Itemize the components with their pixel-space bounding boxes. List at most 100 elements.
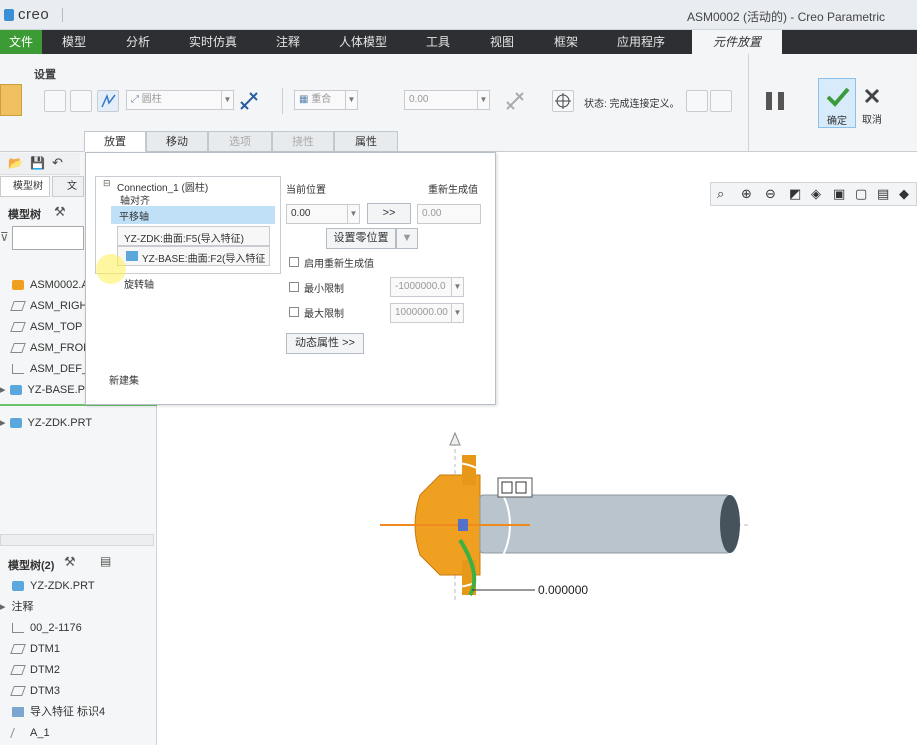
tab-place[interactable]: 放置 bbox=[84, 131, 146, 152]
tree-item-label: 导入特征 标识4 bbox=[30, 706, 106, 718]
import-feature-icon bbox=[12, 707, 24, 718]
close-icon bbox=[864, 88, 880, 104]
menu-framework[interactable]: 框架 bbox=[544, 30, 588, 54]
pause-icon-bar[interactable] bbox=[766, 92, 772, 110]
edit-icon[interactable] bbox=[44, 90, 66, 112]
current-position-value: 0.00 bbox=[291, 208, 311, 219]
menu-file[interactable]: 文件 bbox=[0, 30, 42, 54]
dynamic-properties-button[interactable]: 动态属性 >> bbox=[286, 333, 364, 354]
min-limit-input[interactable]: -1000000.0 ▼ bbox=[390, 277, 464, 297]
tree2-item-csys[interactable]: 00_2-1176 bbox=[12, 618, 82, 638]
chevron-down-icon: ▼ bbox=[477, 91, 489, 109]
assembly-window-icon[interactable] bbox=[710, 90, 732, 112]
max-limit-checkbox[interactable] bbox=[289, 307, 299, 317]
set-zero-button[interactable]: 设置零位置 bbox=[326, 228, 396, 249]
expand-icon[interactable]: ▸ bbox=[0, 601, 6, 613]
constraint-type-select[interactable]: ▦ 重合 ▼ bbox=[294, 90, 358, 110]
view-manager-icon[interactable]: ▢ bbox=[855, 186, 867, 202]
component-icon[interactable] bbox=[0, 84, 22, 116]
datum-plane-icon bbox=[10, 343, 26, 354]
tree2-item-annotation[interactable]: ▸ 注释 bbox=[0, 597, 34, 617]
3d-model-view[interactable] bbox=[370, 425, 750, 605]
open-icon[interactable]: 📂 bbox=[8, 156, 23, 170]
tree2-item-dtm3[interactable]: DTM3 bbox=[10, 681, 60, 701]
settings-group-label: 设置 bbox=[34, 69, 56, 81]
list-icon[interactable]: ▤ bbox=[100, 554, 111, 568]
menu-model[interactable]: 模型 bbox=[52, 30, 96, 54]
expand-icon[interactable]: ▸ bbox=[0, 417, 6, 429]
move-component-icon[interactable] bbox=[552, 90, 574, 112]
tab-flexibility[interactable]: 挠性 bbox=[272, 131, 334, 152]
chevron-down-icon: ▼ bbox=[451, 278, 463, 296]
pause-icon[interactable] bbox=[778, 92, 784, 110]
reference-2[interactable]: YZ-BASE:曲面:F2(导入特征 bbox=[117, 246, 270, 266]
tree2-item-axis[interactable]: A_1 bbox=[10, 723, 50, 743]
save-icon[interactable]: 💾 bbox=[30, 156, 45, 170]
tree-item-yz-base[interactable]: ▸ YZ-BASE.P bbox=[0, 380, 85, 400]
tree2-item-part[interactable]: YZ-ZDK.PRT bbox=[12, 576, 95, 596]
display-style-icon[interactable]: ◈ bbox=[811, 186, 821, 202]
regen-value-input[interactable]: 0.00 bbox=[417, 204, 481, 224]
copy-icon[interactable] bbox=[70, 90, 92, 112]
saved-views-icon[interactable]: ▣ bbox=[833, 186, 845, 202]
expand-icon[interactable]: ▸ bbox=[0, 384, 6, 396]
user-defined-icon[interactable] bbox=[97, 90, 119, 112]
rotation-axis-item[interactable]: 旋转轴 bbox=[124, 276, 154, 291]
min-limit-checkbox[interactable] bbox=[289, 282, 299, 292]
up-arrow bbox=[449, 431, 461, 446]
menu-human-model[interactable]: 人体模型 bbox=[330, 30, 396, 54]
tree2-item-dtm1[interactable]: DTM1 bbox=[10, 639, 60, 659]
datum-display-icon[interactable]: ▤ bbox=[877, 186, 889, 202]
axis-align-item[interactable]: 轴对齐 bbox=[120, 192, 150, 207]
flip-offset-icon[interactable] bbox=[504, 90, 526, 112]
tab-files[interactable]: 文 bbox=[52, 176, 84, 197]
flip-icon[interactable] bbox=[238, 90, 260, 112]
tree-item-asm-top[interactable]: ASM_TOP bbox=[10, 317, 82, 337]
tab-model-tree[interactable]: 模型树 bbox=[0, 176, 50, 197]
tab-options[interactable]: 选项 bbox=[208, 131, 272, 152]
horizontal-scrollbar[interactable] bbox=[0, 534, 154, 546]
tree2-item-import[interactable]: 导入特征 标识4 bbox=[12, 702, 105, 722]
max-limit-input[interactable]: 1000000.00 ▼ bbox=[390, 303, 464, 323]
collapse-icon[interactable]: ⊟ bbox=[103, 178, 111, 189]
translation-axis-item[interactable]: 平移轴 bbox=[111, 206, 275, 224]
tab-move[interactable]: 移动 bbox=[146, 131, 208, 152]
tree-item-asm-right[interactable]: ASM_RIGHT bbox=[10, 296, 94, 316]
tree2-item-dtm2[interactable]: DTM2 bbox=[10, 660, 60, 680]
connection-type-select[interactable]: ⤢ 圆柱 ▼ bbox=[126, 90, 234, 110]
dimension-value[interactable]: 0.000000 bbox=[536, 583, 591, 597]
menu-applications[interactable]: 应用程序 bbox=[608, 30, 674, 54]
tree-item-asm-def[interactable]: ASM_DEF_ bbox=[12, 359, 88, 379]
spin-center-icon[interactable]: ◆ bbox=[899, 186, 909, 202]
set-zero-dropdown[interactable]: ▼ bbox=[396, 228, 418, 249]
repaint-icon[interactable]: ◩ bbox=[789, 186, 801, 202]
menu-simulate[interactable]: 实时仿真 bbox=[180, 30, 246, 54]
undo-icon[interactable]: ↶ bbox=[52, 155, 63, 171]
zoom-in-icon[interactable]: ⊕ bbox=[741, 186, 752, 202]
tree-item-yz-zdk[interactable]: ▸ YZ-ZDK.PRT bbox=[0, 413, 92, 433]
menu-annotate[interactable]: 注释 bbox=[266, 30, 310, 54]
menu-view[interactable]: 视图 bbox=[480, 30, 524, 54]
tab-properties[interactable]: 属性 bbox=[334, 131, 398, 152]
reference-1[interactable]: YZ-ZDK:曲面:F5(导入特征) bbox=[117, 226, 270, 246]
menu-analysis[interactable]: 分析 bbox=[116, 30, 160, 54]
settings-icon[interactable]: ⚒ bbox=[64, 554, 76, 570]
tree-filter-input[interactable] bbox=[12, 226, 84, 250]
enable-regen-checkbox[interactable] bbox=[289, 257, 299, 267]
filter-icon[interactable]: ⊽ bbox=[0, 230, 9, 244]
zoom-out-icon[interactable]: ⊖ bbox=[765, 186, 776, 202]
cancel-button[interactable]: 取消 bbox=[858, 78, 888, 128]
current-position-input[interactable]: 0.00 ▼ bbox=[286, 204, 360, 224]
go-button[interactable]: >> bbox=[367, 203, 411, 224]
settings-icon[interactable]: ⚒ bbox=[54, 204, 70, 220]
view-toolbar: ⌕ ⊕ ⊖ ◩ ◈ ▣ ▢ ▤ ◆ bbox=[710, 182, 917, 206]
offset-input[interactable]: 0.00 ▼ bbox=[404, 90, 490, 110]
ok-button[interactable]: 确定 bbox=[818, 78, 856, 128]
menu-tools[interactable]: 工具 bbox=[416, 30, 460, 54]
datum-plane-icon bbox=[10, 322, 26, 333]
menu-component-place[interactable]: 元件放置 bbox=[692, 30, 782, 54]
refit-icon[interactable]: ⌕ bbox=[717, 186, 724, 202]
separate-window-icon[interactable] bbox=[686, 90, 708, 112]
new-set-link[interactable]: 新建集 bbox=[109, 372, 139, 387]
datum-plane-icon bbox=[10, 644, 26, 655]
